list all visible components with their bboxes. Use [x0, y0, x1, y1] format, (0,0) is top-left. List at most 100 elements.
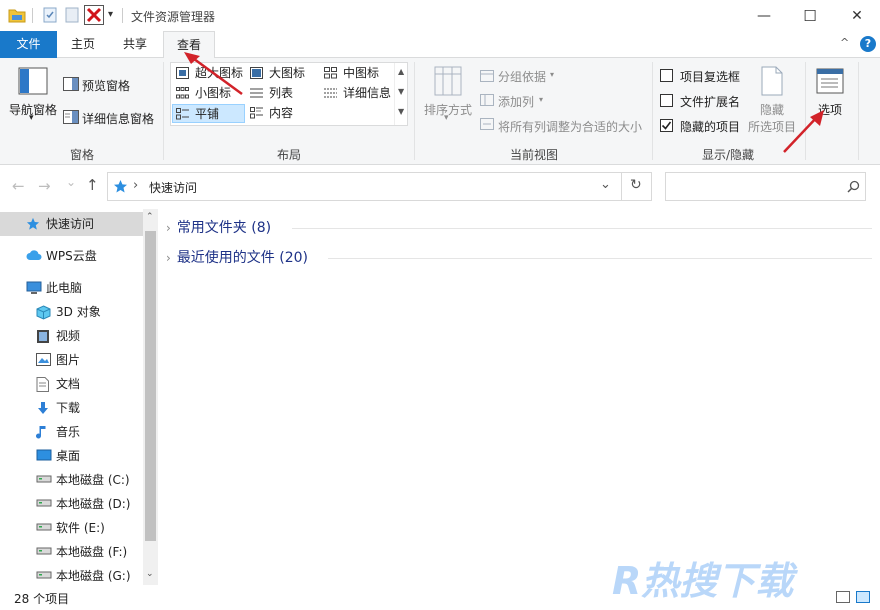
- nav-item[interactable]: 视频: [0, 324, 143, 348]
- gallery-expand-icon[interactable]: ▼: [398, 107, 404, 116]
- minimize-button[interactable]: —: [741, 0, 787, 31]
- group-label-current-view: 当前视图: [510, 148, 559, 162]
- chevron-right-icon: ›: [166, 221, 171, 235]
- layout-large[interactable]: 大图标: [247, 64, 305, 83]
- scroll-up-icon[interactable]: ⌃: [146, 212, 154, 222]
- nav-item[interactable]: 软件 (E:): [0, 516, 143, 540]
- group-recent-files[interactable]: › 最近使用的文件 (20): [166, 247, 308, 269]
- options-icon: [816, 68, 844, 94]
- scrollbar-thumb[interactable]: [145, 231, 156, 541]
- group-frequent-folders[interactable]: › 常用文件夹 (8): [166, 217, 271, 239]
- music-icon: [36, 425, 48, 440]
- nav-item-label: 软件 (E:): [56, 521, 105, 535]
- close-button[interactable]: ✕: [834, 0, 880, 31]
- group-frequent-folders-label: 常用文件夹 (8): [176, 220, 272, 236]
- chevron-right-icon: ›: [166, 251, 171, 265]
- nav-item-label: 视频: [56, 329, 81, 343]
- address-bar[interactable]: › 快速访问 ⌄: [107, 172, 622, 201]
- layout-medium[interactable]: 中图标: [321, 64, 379, 83]
- sort-by-dropdown-icon[interactable]: ▾: [444, 113, 449, 123]
- help-icon[interactable]: ?: [860, 36, 876, 52]
- nav-item-label: 图片: [56, 353, 81, 367]
- nav-item[interactable]: 音乐: [0, 420, 143, 444]
- scroll-down-icon[interactable]: ⌄: [146, 569, 154, 579]
- video-icon: [36, 329, 50, 344]
- window-title: 文件资源管理器: [131, 10, 216, 24]
- layout-medium-label: 中图标: [343, 66, 380, 80]
- nav-item[interactable]: 桌面: [0, 444, 143, 468]
- cube-icon: [36, 305, 51, 320]
- layout-list[interactable]: 列表: [247, 84, 293, 103]
- layout-content-label: 内容: [269, 106, 294, 120]
- item-checkboxes-checkbox[interactable]: [660, 69, 673, 82]
- hidden-items-checkbox[interactable]: [660, 119, 673, 132]
- drive-icon: [36, 473, 52, 483]
- medium-icons-icon: [324, 67, 337, 79]
- nav-item[interactable]: 本地磁盘 (D:): [0, 492, 143, 516]
- layout-gallery-scroll[interactable]: ▲ ▼ ▼: [394, 63, 407, 125]
- size-all-columns-button[interactable]: 将所有列调整为合适的大小: [498, 118, 642, 135]
- drive-icon: [36, 521, 52, 531]
- chevron-down-icon[interactable]: ▼: [398, 87, 404, 96]
- nav-item-label: 本地磁盘 (D:): [56, 497, 131, 511]
- tiles-icon: [176, 108, 189, 120]
- nav-item[interactable]: 此电脑: [0, 276, 143, 300]
- add-column-dropdown-icon[interactable]: ▾: [539, 95, 543, 104]
- layout-tiles[interactable]: 平铺: [172, 104, 245, 123]
- group-by-button[interactable]: 分组依据: [498, 68, 546, 85]
- nav-item[interactable]: 本地磁盘 (G:): [0, 564, 143, 585]
- group-recent-files-label: 最近使用的文件 (20): [176, 250, 309, 266]
- drive-icon: [36, 497, 52, 507]
- content-icon: [250, 107, 263, 119]
- list-icon: [250, 87, 263, 99]
- nav-pane-scrollbar[interactable]: ⌃ ⌄: [143, 209, 158, 585]
- nav-item[interactable]: 快速访问: [0, 212, 143, 236]
- nav-item-label: WPS云盘: [46, 249, 97, 263]
- nav-item[interactable]: 图片: [0, 348, 143, 372]
- refresh-icon: ↻: [630, 177, 642, 193]
- size-columns-icon: [480, 118, 494, 130]
- group-by-dropdown-icon[interactable]: ▾: [550, 70, 554, 79]
- drive-icon: [36, 545, 52, 555]
- download-icon: [36, 401, 50, 416]
- nav-item[interactable]: 3D 对象: [0, 300, 143, 324]
- nav-item[interactable]: WPS云盘: [0, 244, 143, 268]
- file-extensions-checkbox[interactable]: [660, 94, 673, 107]
- layout-details-label: 详细信息: [343, 86, 392, 100]
- nav-item[interactable]: 本地磁盘 (C:): [0, 468, 143, 492]
- nav-item-label: 文档: [56, 377, 81, 391]
- nav-item-label: 音乐: [56, 425, 81, 439]
- document-icon: [36, 377, 49, 392]
- layout-list-label: 列表: [269, 86, 294, 100]
- search-input[interactable]: [665, 172, 866, 201]
- group-label-layout: 布局: [277, 148, 302, 162]
- layout-details[interactable]: 详细信息: [321, 84, 391, 103]
- add-column-button[interactable]: 添加列: [498, 93, 534, 110]
- collapse-ribbon-icon[interactable]: ^: [840, 36, 849, 49]
- nav-item[interactable]: 下载: [0, 396, 143, 420]
- item-count: 28 个项目: [14, 592, 70, 606]
- desktop-icon: [36, 449, 52, 462]
- nav-item-label: 本地磁盘 (F:): [56, 545, 128, 559]
- nav-item[interactable]: 本地磁盘 (F:): [0, 540, 143, 564]
- star-icon: [26, 217, 40, 231]
- breadcrumb[interactable]: 快速访问: [149, 179, 197, 196]
- nav-item-label: 3D 对象: [56, 305, 101, 319]
- layout-tiles-label: 平铺: [195, 107, 220, 121]
- nav-item[interactable]: 文档: [0, 372, 143, 396]
- address-dropdown-icon[interactable]: ⌄: [600, 177, 611, 192]
- item-checkboxes-label: 项目复选框: [680, 70, 741, 84]
- file-extensions-label: 文件扩展名: [680, 95, 741, 109]
- nav-item-label: 桌面: [56, 449, 81, 463]
- watermark: R热搜下载: [612, 559, 794, 603]
- layout-content[interactable]: 内容: [247, 104, 293, 123]
- hide-selected-icon: [760, 66, 784, 96]
- maximize-button[interactable]: ☐: [787, 0, 833, 31]
- refresh-button[interactable]: ↻: [621, 172, 652, 201]
- sort-by-icon: [434, 66, 462, 96]
- picture-icon: [36, 353, 51, 366]
- nav-item-label: 此电脑: [46, 281, 83, 295]
- hidden-items-label: 隐藏的项目: [680, 120, 741, 134]
- cloud-icon: [26, 249, 42, 261]
- chevron-up-icon[interactable]: ▲: [398, 67, 404, 76]
